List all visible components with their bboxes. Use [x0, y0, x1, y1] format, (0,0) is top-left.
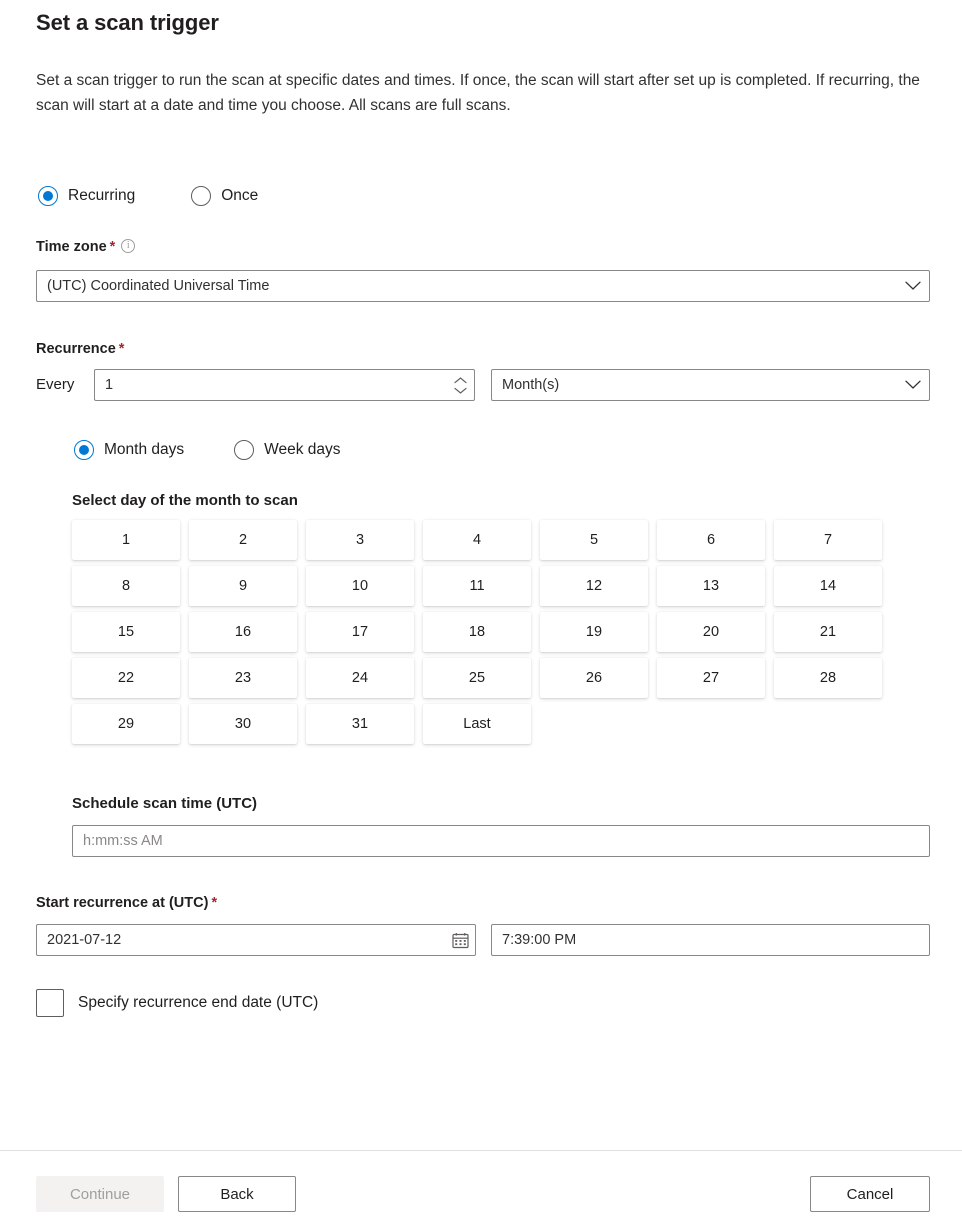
- page-title: Set a scan trigger: [36, 10, 219, 36]
- time-zone-value: (UTC) Coordinated Universal Time: [37, 278, 897, 294]
- day-cell[interactable]: 14: [774, 566, 882, 606]
- recurrence-interval-spinner[interactable]: 1: [94, 369, 475, 401]
- day-cell[interactable]: 8: [72, 566, 180, 606]
- day-cell[interactable]: 7: [774, 520, 882, 560]
- time-zone-label-text: Time zone: [36, 239, 107, 255]
- start-recurrence-time-value: 7:39:00 PM: [492, 932, 929, 948]
- day-cell[interactable]: 23: [189, 658, 297, 698]
- day-cell[interactable]: 4: [423, 520, 531, 560]
- recurrence-label-text: Recurrence: [36, 341, 116, 357]
- page-description: Set a scan trigger to run the scan at sp…: [36, 68, 926, 118]
- day-cell[interactable]: 11: [423, 566, 531, 606]
- day-cell[interactable]: 18: [423, 612, 531, 652]
- time-zone-required-marker: *: [110, 239, 116, 255]
- radio-month-days[interactable]: Month days: [74, 440, 184, 460]
- footer-divider: [0, 1150, 962, 1151]
- start-recurrence-label-text: Start recurrence at (UTC): [36, 895, 208, 911]
- spinner-arrows-icon[interactable]: [446, 370, 474, 400]
- radio-month-days-icon: [74, 440, 94, 460]
- radio-week-days[interactable]: Week days: [234, 440, 340, 460]
- recurrence-mode-radio-group: Month days Week days: [74, 440, 341, 460]
- time-zone-dropdown[interactable]: (UTC) Coordinated Universal Time: [36, 270, 930, 302]
- day-cell[interactable]: 10: [306, 566, 414, 606]
- day-cell[interactable]: 19: [540, 612, 648, 652]
- day-cell[interactable]: 29: [72, 704, 180, 744]
- radio-week-days-icon: [234, 440, 254, 460]
- radio-month-days-label: Month days: [104, 441, 184, 459]
- day-cell[interactable]: 30: [189, 704, 297, 744]
- recurrence-required-marker: *: [119, 341, 125, 357]
- radio-once-icon: [191, 186, 211, 206]
- set-scan-trigger-panel: Set a scan trigger Set a scan trigger to…: [0, 0, 962, 1231]
- specify-end-date-row[interactable]: Specify recurrence end date (UTC): [36, 989, 318, 1017]
- day-cell[interactable]: 5: [540, 520, 648, 560]
- info-icon[interactable]: i: [121, 239, 135, 253]
- schedule-scan-time-placeholder: h:mm:ss AM: [73, 833, 929, 849]
- day-cell[interactable]: 1: [72, 520, 180, 560]
- continue-button[interactable]: Continue: [36, 1176, 164, 1212]
- day-cell[interactable]: 6: [657, 520, 765, 560]
- calendar-icon[interactable]: [445, 932, 475, 949]
- day-cell[interactable]: 27: [657, 658, 765, 698]
- day-cell[interactable]: 22: [72, 658, 180, 698]
- specify-end-date-checkbox[interactable]: [36, 989, 64, 1017]
- radio-once-label: Once: [221, 187, 258, 205]
- start-recurrence-required-marker: *: [211, 895, 217, 911]
- start-recurrence-label: Start recurrence at (UTC)*: [36, 895, 217, 911]
- schedule-scan-time-input[interactable]: h:mm:ss AM: [72, 825, 930, 857]
- day-cell[interactable]: Last: [423, 704, 531, 744]
- radio-recurring-label: Recurring: [68, 187, 135, 205]
- start-recurrence-time-input[interactable]: 7:39:00 PM: [491, 924, 930, 956]
- time-zone-label: Time zone* i: [36, 239, 135, 255]
- day-picker-label: Select day of the month to scan: [72, 492, 298, 509]
- chevron-down-icon: [897, 380, 929, 390]
- every-label: Every: [36, 376, 74, 393]
- recurrence-unit-value: Month(s): [492, 377, 897, 393]
- day-cell[interactable]: 9: [189, 566, 297, 606]
- trigger-mode-radio-group: Recurring Once: [38, 186, 258, 206]
- day-cell[interactable]: 16: [189, 612, 297, 652]
- start-recurrence-date-input[interactable]: 2021-07-12: [36, 924, 476, 956]
- day-cell[interactable]: 26: [540, 658, 648, 698]
- day-cell[interactable]: 12: [540, 566, 648, 606]
- day-cell[interactable]: 28: [774, 658, 882, 698]
- cancel-button[interactable]: Cancel: [810, 1176, 930, 1212]
- back-button[interactable]: Back: [178, 1176, 296, 1212]
- day-cell[interactable]: 21: [774, 612, 882, 652]
- chevron-down-icon: [897, 281, 929, 291]
- day-cell[interactable]: 25: [423, 658, 531, 698]
- day-cell[interactable]: 15: [72, 612, 180, 652]
- recurrence-unit-dropdown[interactable]: Month(s): [491, 369, 930, 401]
- radio-week-days-label: Week days: [264, 441, 340, 459]
- recurrence-label: Recurrence*: [36, 341, 124, 357]
- month-day-grid: 1234567891011121314151617181920212223242…: [72, 520, 888, 744]
- day-cell[interactable]: 20: [657, 612, 765, 652]
- day-cell[interactable]: 3: [306, 520, 414, 560]
- start-recurrence-date-value: 2021-07-12: [37, 932, 445, 948]
- radio-once[interactable]: Once: [191, 186, 258, 206]
- radio-recurring-icon: [38, 186, 58, 206]
- day-cell[interactable]: 13: [657, 566, 765, 606]
- day-cell[interactable]: 31: [306, 704, 414, 744]
- day-cell[interactable]: 17: [306, 612, 414, 652]
- recurrence-interval-value: 1: [95, 377, 446, 393]
- specify-end-date-label: Specify recurrence end date (UTC): [78, 994, 318, 1012]
- schedule-scan-time-label: Schedule scan time (UTC): [72, 795, 257, 812]
- day-cell[interactable]: 24: [306, 658, 414, 698]
- radio-recurring[interactable]: Recurring: [38, 186, 135, 206]
- day-cell[interactable]: 2: [189, 520, 297, 560]
